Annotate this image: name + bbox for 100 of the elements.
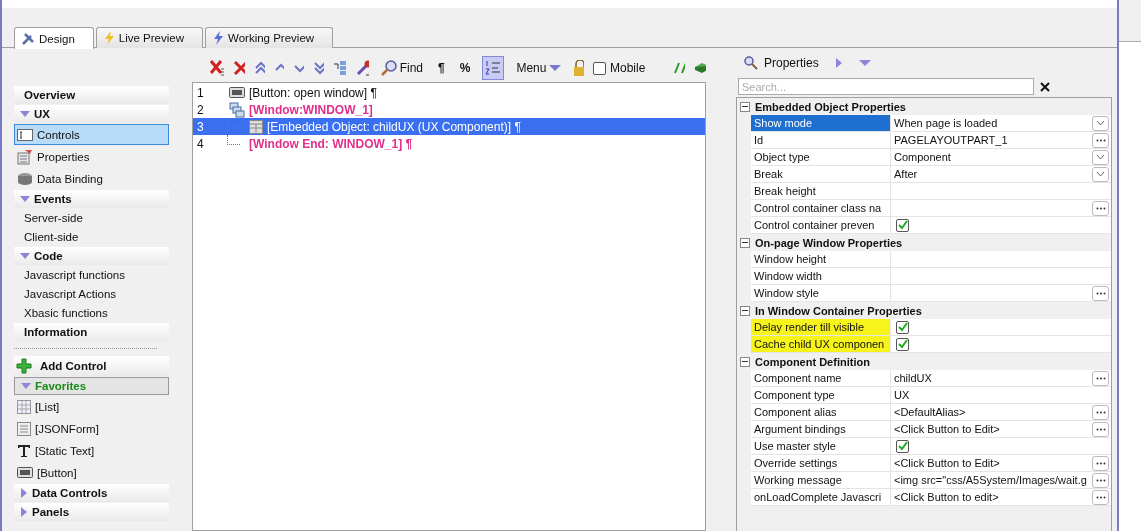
grid-icon [249, 119, 263, 134]
section-heading[interactable]: Overview [14, 86, 169, 104]
tab[interactable]: Design [14, 27, 94, 49]
property-name[interactable]: Component type [751, 387, 891, 403]
code-line[interactable]: 4 [Window End: WINDOW_1] ¶ [193, 135, 705, 152]
property-name[interactable]: Break [751, 166, 891, 182]
property-name[interactable]: Id [751, 132, 891, 148]
sidebar-item[interactable]: Data Binding [14, 168, 169, 189]
section-header[interactable]: Events [14, 190, 169, 208]
sidebar-link[interactable]: Javascript Actions [14, 285, 169, 303]
sidebar-link[interactable]: Server-side [14, 209, 169, 227]
caret-down-icon [20, 110, 30, 118]
comment-icon[interactable] [674, 62, 685, 74]
section-header[interactable]: Data Controls [14, 484, 169, 502]
dropdown-button[interactable] [1092, 149, 1109, 165]
line-numbers-button[interactable] [482, 56, 505, 80]
property-name[interactable]: Object type [751, 149, 891, 165]
mobile-checkbox[interactable]: Mobile [593, 61, 646, 75]
collapse-toggle[interactable] [740, 305, 750, 316]
section-header[interactable]: Code [14, 247, 169, 265]
lock-icon[interactable] [573, 60, 584, 76]
sidebar-item[interactable]: Controls [14, 124, 169, 145]
lightning-icon [102, 31, 115, 45]
caret-down-icon[interactable] [858, 59, 871, 67]
chevron-down-icon [1096, 171, 1105, 177]
text-icon [17, 443, 31, 458]
grid-icon [17, 399, 31, 414]
eyedropper-icon[interactable] [355, 59, 369, 77]
property-value: childUX [894, 372, 932, 384]
sidebar-item[interactable]: [JSONForm] [14, 418, 169, 439]
checkbox[interactable] [896, 337, 909, 351]
sidebar-item[interactable]: [Button] [14, 462, 169, 483]
property-name[interactable]: Component alias [751, 404, 891, 420]
property-value: Component [894, 151, 951, 163]
ellipsis-button[interactable] [1092, 404, 1109, 420]
checkmark-icon [897, 322, 908, 332]
find-button[interactable]: Find [377, 56, 427, 80]
ellipsis-button[interactable] [1092, 489, 1109, 505]
ellipsis-button[interactable] [1092, 370, 1109, 386]
ellipsis-button[interactable] [1092, 200, 1109, 216]
menu-button[interactable]: Menu [513, 56, 565, 80]
property-name[interactable]: Show mode [751, 115, 891, 131]
collapse-toggle[interactable] [740, 101, 750, 112]
section-header[interactable]: UX [14, 105, 169, 123]
checkbox[interactable] [896, 320, 909, 334]
tab[interactable]: Working Preview [205, 27, 334, 48]
ellipsis-icon [1095, 427, 1106, 431]
code-line[interactable]: 1 [Button: open window] ¶ [193, 84, 705, 101]
property-name[interactable]: Override settings [751, 455, 891, 471]
section-header[interactable]: Favorites [14, 377, 169, 395]
checkbox[interactable] [896, 439, 909, 453]
sidebar-link[interactable]: Client-side [14, 228, 169, 246]
close-icon[interactable] [1040, 81, 1050, 92]
sidebar-item[interactable]: [Static Text] [14, 440, 169, 461]
property-name[interactable]: Component name [751, 370, 891, 386]
property-value: UX [894, 389, 910, 401]
property-name[interactable]: Working message [751, 472, 891, 488]
section-header[interactable]: Panels [14, 503, 169, 521]
property-name[interactable]: onLoadComplete Javascri [751, 489, 891, 505]
checkmark-icon [897, 220, 908, 230]
ellipsis-button[interactable] [1092, 421, 1109, 437]
panel-title: Properties [764, 56, 819, 70]
caret-right-icon[interactable] [834, 57, 843, 69]
property-name[interactable]: Delay render till visible [751, 319, 891, 335]
sidebar-item[interactable]: [List] [14, 396, 169, 417]
chevron-down-icon [1096, 154, 1105, 160]
collapse-toggle[interactable] [740, 356, 750, 367]
ellipsis-button[interactable] [1092, 472, 1109, 488]
plus-icon [16, 358, 32, 374]
button-icon [229, 87, 245, 98]
checkmark-icon [897, 441, 908, 451]
ellipsis-icon [1095, 291, 1106, 295]
ellipsis-button[interactable] [1092, 455, 1109, 471]
move-to-bottom-icon[interactable] [312, 61, 324, 75]
lightning-icon [212, 31, 224, 45]
dropdown-button[interactable] [1092, 166, 1109, 182]
code-line[interactable]: 2 [Window:WINDOW_1] [193, 101, 705, 118]
section-title: Embedded Object Properties [755, 100, 906, 113]
insert-list-icon[interactable] [332, 60, 347, 76]
search-field[interactable]: Search... [738, 78, 1034, 95]
property-name[interactable]: Argument bindings [751, 421, 891, 437]
ellipsis-button[interactable] [1092, 132, 1109, 148]
move-to-top-icon[interactable] [254, 61, 265, 75]
sidebar-item[interactable]: Properties [14, 146, 169, 167]
chevron-down-icon [1096, 120, 1105, 126]
ellipsis-button[interactable] [1092, 285, 1109, 301]
percent-button[interactable]: % [456, 56, 474, 80]
delete-all-icon[interactable] [209, 59, 225, 77]
tools-icon [21, 31, 35, 46]
property-name[interactable]: Cache child UX componen [751, 336, 891, 352]
sidebar-link[interactable]: Javascript functions [14, 266, 169, 284]
checkbox[interactable] [896, 218, 909, 232]
collapse-toggle[interactable] [740, 237, 750, 248]
section-heading[interactable]: Information [14, 323, 169, 341]
dropdown-button[interactable] [1092, 115, 1109, 131]
add-control-button[interactable]: Add Control [14, 356, 169, 376]
sidebar-link[interactable]: Xbasic functions [14, 304, 169, 322]
tab[interactable]: Live Preview [95, 27, 203, 48]
delete-icon[interactable] [233, 60, 246, 76]
pilcrow-button[interactable]: ¶ [435, 56, 448, 80]
